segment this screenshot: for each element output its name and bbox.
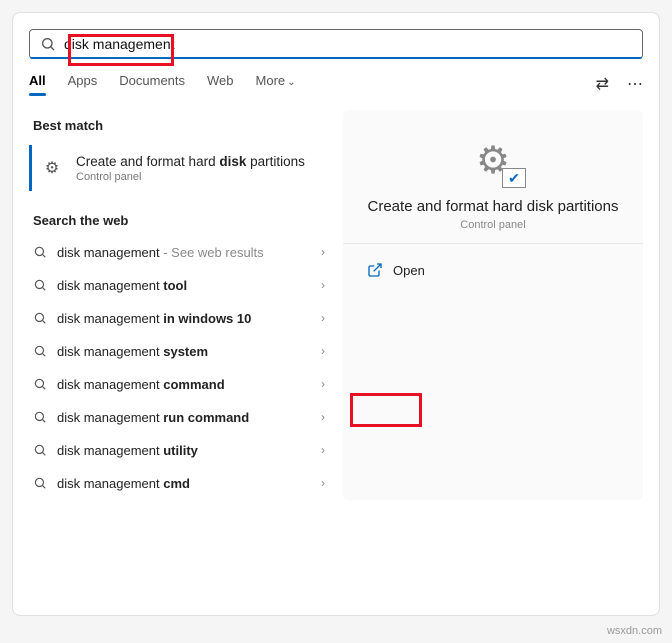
web-result-item[interactable]: disk management cmd › — [29, 467, 329, 500]
search-icon — [33, 377, 47, 391]
detail-subtitle: Control panel — [353, 219, 633, 231]
web-result-item[interactable]: disk management in windows 10 › — [29, 302, 329, 335]
watermark: wsxdn.com — [607, 625, 662, 637]
external-link-icon — [367, 262, 383, 278]
search-icon — [40, 36, 56, 52]
best-match-title: Create and format hard disk partitions — [76, 153, 305, 171]
web-result-text: disk management command — [57, 377, 311, 392]
overflow-icon[interactable]: ⋯ — [627, 74, 643, 94]
best-match-subtitle: Control panel — [76, 171, 305, 183]
web-result-text: disk management in windows 10 — [57, 311, 311, 326]
web-result-text: disk management system — [57, 344, 311, 359]
detail-pane: ⚙ ✔ Create and format hard disk partitio… — [343, 110, 643, 500]
web-result-text: disk management cmd — [57, 476, 311, 491]
detail-title: Create and format hard disk partitions — [353, 198, 633, 215]
web-result-item[interactable]: disk management command › — [29, 368, 329, 401]
search-icon — [33, 410, 47, 424]
check-badge-icon: ✔ — [502, 168, 526, 188]
search-icon — [33, 311, 47, 325]
app-icon: ⚙ ✔ — [470, 138, 516, 184]
chevron-right-icon: › — [321, 245, 325, 259]
gear-icon: ⚙ — [38, 158, 66, 178]
web-result-text: disk management utility — [57, 443, 311, 458]
share-icon[interactable]: ⇄ — [596, 74, 609, 94]
search-icon — [33, 344, 47, 358]
tab-all[interactable]: All — [29, 73, 46, 94]
search-icon — [33, 443, 47, 457]
chevron-right-icon: › — [321, 443, 325, 457]
search-window: All Apps Documents Web More⌄ ⇄ ⋯ Best ma… — [12, 12, 660, 616]
open-label: Open — [393, 263, 425, 278]
best-match-heading: Best match — [29, 110, 329, 141]
search-web-heading: Search the web — [29, 205, 329, 236]
web-result-text: disk management run command — [57, 410, 311, 425]
chevron-right-icon: › — [321, 410, 325, 424]
chevron-right-icon: › — [321, 278, 325, 292]
tab-documents[interactable]: Documents — [119, 73, 185, 94]
tab-apps[interactable]: Apps — [68, 73, 98, 94]
web-result-item[interactable]: disk management tool › — [29, 269, 329, 302]
tab-web[interactable]: Web — [207, 73, 234, 94]
web-results-list: disk management - See web results›disk m… — [29, 236, 329, 500]
web-result-item[interactable]: disk management utility › — [29, 434, 329, 467]
chevron-right-icon: › — [321, 476, 325, 490]
filter-tabs: All Apps Documents Web More⌄ ⇄ ⋯ — [13, 59, 659, 102]
search-icon — [33, 476, 47, 490]
best-match-item[interactable]: ⚙ Create and format hard disk partitions… — [29, 145, 329, 191]
web-result-text: disk management tool — [57, 278, 311, 293]
search-icon — [33, 245, 47, 259]
search-icon — [33, 278, 47, 292]
chevron-right-icon: › — [321, 311, 325, 325]
results-pane: Best match ⚙ Create and format hard disk… — [29, 110, 329, 500]
chevron-right-icon: › — [321, 377, 325, 391]
tab-more[interactable]: More⌄ — [256, 73, 296, 94]
web-result-item[interactable]: disk management system › — [29, 335, 329, 368]
search-input[interactable] — [64, 36, 632, 52]
web-result-text: disk management - See web results — [57, 245, 311, 260]
web-result-item[interactable]: disk management - See web results › — [29, 236, 329, 269]
open-button[interactable]: Open — [353, 252, 633, 288]
chevron-right-icon: › — [321, 344, 325, 358]
search-bar[interactable] — [29, 29, 643, 59]
web-result-item[interactable]: disk management run command › — [29, 401, 329, 434]
chevron-down-icon: ⌄ — [287, 77, 295, 88]
